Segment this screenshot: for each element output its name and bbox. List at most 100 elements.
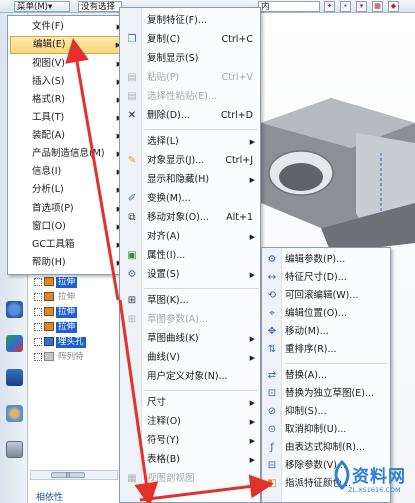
vertex-icon[interactable]: ◆ bbox=[388, 1, 399, 12]
menu-item-label: 编辑(E) bbox=[33, 39, 66, 50]
menu-item-edit[interactable]: 编辑(E)▶ bbox=[10, 36, 126, 54]
menu-item-label: 视图剖视图 bbox=[147, 473, 195, 484]
edit-item-dimension[interactable]: 尺寸 ▶ bbox=[121, 394, 259, 412]
navigator-scrollbar[interactable]: ||| bbox=[30, 470, 118, 480]
tree-row[interactable]: 埋头孔 bbox=[34, 336, 124, 349]
edit-item-copy-feature[interactable]: 复制特征(F)... bbox=[121, 12, 259, 30]
tree-row[interactable]: 拉伸 bbox=[34, 306, 124, 319]
point-icon[interactable]: • bbox=[340, 1, 351, 12]
extrude-icon bbox=[44, 277, 54, 286]
shortcut-label: Alt+1 bbox=[226, 212, 253, 223]
system-icon[interactable] bbox=[6, 441, 23, 458]
edit-item-selection[interactable]: 选择(L) ▶ bbox=[121, 133, 259, 151]
extrude-icon bbox=[44, 292, 54, 301]
extrude-icon bbox=[44, 322, 54, 331]
selection-scope-select[interactable]: 内 bbox=[258, 1, 320, 12]
grid-icon[interactable]: ▦ bbox=[372, 1, 383, 12]
menu-item-format[interactable]: 格式(R)▶ bbox=[10, 91, 126, 109]
menu-item-label: 显示和隐藏(H) bbox=[147, 174, 210, 185]
dependencies-tab[interactable]: 相依性 bbox=[36, 490, 63, 503]
feature-item-replace-with-sketch[interactable]: ⊡ 替换为独立草图(E)... bbox=[263, 385, 389, 403]
chevron-right-icon: ▶ bbox=[249, 271, 255, 279]
edit-item-user-defined-object[interactable]: 用户定义对象(N)... bbox=[121, 368, 259, 386]
edit-item-transform[interactable]: ✐ 变换(M)... bbox=[121, 190, 259, 208]
move-icon: ✥ bbox=[267, 326, 277, 337]
edit-item-show-hide[interactable]: 显示和隐藏(H) ▶ bbox=[121, 171, 259, 189]
feature-item-suppress-by-expression[interactable]: ƒ 由表达式抑制(R)... bbox=[263, 439, 389, 457]
palette-icon[interactable] bbox=[6, 335, 23, 352]
watermark-text: 资料网 bbox=[352, 467, 406, 487]
menu-item-label: 移动对象(O)... bbox=[147, 212, 209, 223]
edit-item-curve[interactable]: 曲线(V) ▶ bbox=[121, 349, 259, 367]
tree-row[interactable]: 拉伸 bbox=[34, 276, 124, 289]
menu-item-insert[interactable]: 插入(S)▶ bbox=[10, 73, 126, 91]
edit-item-table[interactable]: 表格(B) ▶ bbox=[121, 451, 259, 469]
feature-item-feature-dimensions[interactable]: ↔ 特征尺寸(D)... bbox=[263, 269, 389, 287]
menu-item-label: 信息(I) bbox=[32, 166, 62, 177]
menu-item-tools[interactable]: 工具(T)▶ bbox=[10, 109, 126, 127]
edit-item-paste-special[interactable]: ▤ 选择性粘贴(E)... bbox=[121, 88, 259, 106]
edit-item-properties[interactable]: ▣ 属性(I)... bbox=[121, 247, 259, 265]
edit-item-delete[interactable]: ✕ 删除(D)... Ctrl+D bbox=[121, 107, 259, 125]
menu-item-label: 对齐(A) bbox=[147, 231, 180, 242]
part-navigator bbox=[28, 270, 120, 503]
snap-icon[interactable]: ✦ bbox=[324, 1, 335, 12]
edit-parameters-icon: ⚙ bbox=[267, 254, 277, 265]
feature-item-replace[interactable]: ⇄ 替换(A)... bbox=[263, 367, 389, 385]
edit-item-paste[interactable]: ▤ 粘贴(P) Ctrl+V bbox=[121, 69, 259, 87]
roles-icon[interactable] bbox=[6, 405, 23, 422]
menu-item-assemblies[interactable]: 装配(A)▶ bbox=[10, 127, 126, 145]
menu-item-label: 曲线(V) bbox=[147, 352, 180, 363]
tree-row[interactable]: 拉伸 bbox=[34, 321, 124, 334]
feature-item-rollback-edit[interactable]: ⟲ 可回滚编辑(W)... bbox=[263, 287, 389, 305]
history-icon[interactable] bbox=[6, 301, 23, 318]
menu-item-pmi[interactable]: 产品制造信息(M)▶ bbox=[10, 145, 126, 163]
edit-item-sketch[interactable]: ⊞ 草图(K)... bbox=[121, 292, 259, 310]
edit-item-settings[interactable]: ⚙ 设置(S) ▶ bbox=[121, 266, 259, 284]
tree-row[interactable]: 拉伸 bbox=[34, 291, 124, 304]
edit-item-annotation[interactable]: 注释(O) ▶ bbox=[121, 413, 259, 431]
edit-item-symbol[interactable]: 符号(Y) ▶ bbox=[121, 432, 259, 450]
tree-item-label: 拉伸 bbox=[56, 307, 78, 318]
edit-item-move-object[interactable]: ⧉ 移动对象(O)... Alt+1 bbox=[121, 209, 259, 227]
edit-item-copy[interactable]: ❐ 复制(C) Ctrl+C bbox=[121, 31, 259, 49]
scrollbar-thumb[interactable]: ||| bbox=[51, 472, 85, 478]
menu-item-analysis[interactable]: 分析(L)▶ bbox=[10, 181, 126, 199]
feature-item-suppress[interactable]: ⊘ 抑制(S)... bbox=[263, 403, 389, 421]
tree-item-label: 拉伸 bbox=[56, 277, 78, 288]
edit-item-object-display[interactable]: ✎ 对象显示(J)... Ctrl+J bbox=[121, 152, 259, 170]
menu-item-view[interactable]: 视图(V)▶ bbox=[10, 55, 126, 73]
menu-item-preferences[interactable]: 首选项(P)▶ bbox=[10, 200, 126, 218]
menu-item-gc-toolkit[interactable]: GC工具箱▶ bbox=[10, 236, 126, 254]
node-icon bbox=[34, 307, 42, 316]
selection-filter-select[interactable]: 没有选择 bbox=[78, 1, 122, 12]
feature-item-reorder[interactable]: ⇅ 重排序(R)... bbox=[263, 341, 389, 359]
feature-item-edit-positioning[interactable]: ⌖ 编辑位置(O)... bbox=[263, 305, 389, 323]
menu-item-label: 窗口(O) bbox=[32, 221, 66, 232]
dropdown-icon[interactable]: ▾ bbox=[356, 1, 367, 12]
edit-item-copy-display[interactable]: 复制显示(S) bbox=[121, 50, 259, 68]
menu-item-information[interactable]: 信息(I)▶ bbox=[10, 163, 126, 181]
edit-item-sketch-parameters[interactable]: ⊞ 草图参数(A)... bbox=[121, 311, 259, 329]
delete-icon: ✕ bbox=[127, 110, 137, 121]
edit-item-align[interactable]: 对齐(A) ▶ bbox=[121, 228, 259, 246]
reuse-library-icon[interactable] bbox=[6, 369, 23, 386]
menu-item-window[interactable]: 窗口(O)▶ bbox=[10, 218, 126, 236]
menu-item-label: 表格(B) bbox=[147, 454, 180, 465]
menu-item-label: 变换(M)... bbox=[147, 193, 191, 204]
edit-item-sketch-curve[interactable]: 草图曲线(K) ▶ bbox=[121, 330, 259, 348]
feature-item-unsuppress[interactable]: ⊙ 取消抑制(U)... bbox=[263, 421, 389, 439]
menu-item-label: 帮助(H) bbox=[32, 257, 66, 268]
feature-item-edit-parameters[interactable]: ⚙ 编辑参数(P)... bbox=[263, 251, 389, 269]
menu-item-help[interactable]: 帮助(H)▶ bbox=[10, 254, 126, 272]
menu-item-label: 属性(I)... bbox=[147, 250, 186, 261]
menu-button[interactable]: 菜单(M)▾ bbox=[14, 1, 70, 12]
feature-item-move[interactable]: ✥ 移动(M)... bbox=[263, 323, 389, 341]
menu-item-label: 装配(A) bbox=[32, 130, 65, 141]
menu-item-file[interactable]: 文件(F)▶ bbox=[10, 18, 126, 36]
menu-item-label: 编辑位置(O)... bbox=[285, 308, 347, 319]
tree-row[interactable]: 阵列特 bbox=[34, 351, 124, 364]
tree-item-label: 拉伸 bbox=[56, 322, 78, 333]
edit-item-section-view[interactable]: ▦ 视图剖视图 bbox=[121, 470, 259, 488]
menu-item-label: 产品制造信息(M) bbox=[32, 148, 105, 159]
